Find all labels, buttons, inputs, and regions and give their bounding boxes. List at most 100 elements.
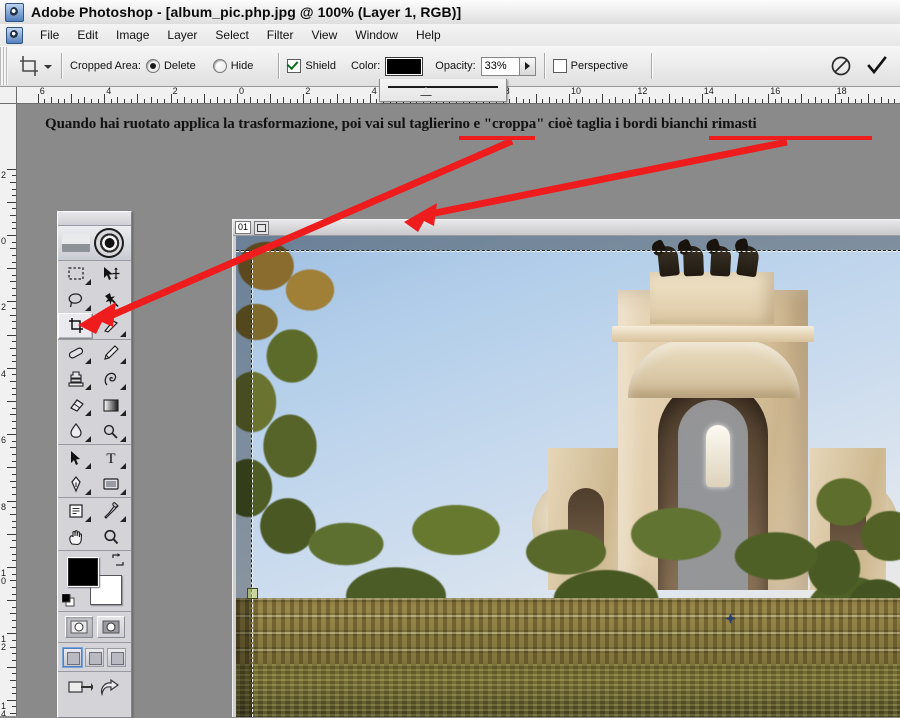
ruler-minor-tick xyxy=(10,315,16,316)
image-canvas[interactable] xyxy=(236,236,900,717)
delete-radio-button[interactable] xyxy=(146,59,160,73)
ruler-origin-corner[interactable] xyxy=(0,87,17,104)
ruler-tick xyxy=(536,94,537,103)
hide-radio-button[interactable] xyxy=(213,59,227,73)
tool-more-triangle-icon[interactable] xyxy=(120,358,126,364)
swap-arrow-icon[interactable] xyxy=(111,553,125,567)
crop-handle[interactable] xyxy=(247,588,258,599)
ruler-minor-tick xyxy=(888,99,889,103)
full-screen-icon[interactable] xyxy=(107,648,126,667)
tool-more-triangle-icon[interactable] xyxy=(85,489,91,495)
cancel-crop-icon[interactable] xyxy=(830,55,852,77)
hand-tool[interactable] xyxy=(58,524,93,550)
pen-tool[interactable] xyxy=(58,471,93,497)
eyedropper-tool[interactable] xyxy=(93,498,128,524)
ruler-minor-tick xyxy=(12,361,16,362)
menu-item-filter[interactable]: Filter xyxy=(258,26,303,45)
ruler-minor-tick xyxy=(12,527,16,528)
opacity-value[interactable]: 33% xyxy=(482,58,519,75)
tool-more-triangle-icon[interactable] xyxy=(120,384,126,390)
tool-more-triangle-icon[interactable] xyxy=(85,305,91,311)
tool-more-triangle-icon[interactable] xyxy=(120,436,126,442)
gradient-tool[interactable] xyxy=(93,392,128,418)
eraser-tool[interactable] xyxy=(58,392,93,418)
menu-item-help[interactable]: Help xyxy=(407,26,450,45)
lasso-tool[interactable] xyxy=(58,287,93,313)
default-colors-icon[interactable] xyxy=(62,594,75,607)
tool-more-triangle-icon[interactable] xyxy=(85,279,91,285)
menu-item-edit[interactable]: Edit xyxy=(68,26,107,45)
tool-more-triangle-icon[interactable] xyxy=(120,410,126,416)
tool-group-retouch xyxy=(58,340,131,445)
slice-tool[interactable] xyxy=(93,313,128,339)
crop-tool-icon[interactable] xyxy=(16,53,42,79)
move-tool[interactable] xyxy=(93,261,128,287)
opacity-slider-thumb[interactable] xyxy=(420,87,432,95)
menu-item-view[interactable]: View xyxy=(302,26,346,45)
menu-item-file[interactable]: File xyxy=(31,26,68,45)
magic-wand-tool[interactable] xyxy=(93,287,128,313)
tool-more-triangle-icon[interactable] xyxy=(85,384,91,390)
notes-tool[interactable] xyxy=(58,498,93,524)
marquee-tool[interactable] xyxy=(58,261,93,287)
tool-more-triangle-icon[interactable] xyxy=(85,410,91,416)
menu-item-select[interactable]: Select xyxy=(206,26,257,45)
history-brush-tool[interactable] xyxy=(93,366,128,392)
menu-item-window[interactable]: Window xyxy=(346,26,407,45)
tool-more-triangle-icon[interactable] xyxy=(85,516,91,522)
opacity-slider-track[interactable] xyxy=(388,86,498,88)
tool-more-triangle-icon[interactable] xyxy=(85,463,91,469)
opacity-chevron-right-icon[interactable] xyxy=(519,58,535,75)
perspective-checkbox[interactable] xyxy=(553,59,567,73)
ruler-tick xyxy=(7,534,16,535)
healing-brush-tool[interactable] xyxy=(58,340,93,366)
vertical-ruler[interactable]: 202468101214 xyxy=(0,87,17,716)
brush-tool[interactable] xyxy=(93,340,128,366)
ruler-minor-tick xyxy=(855,99,856,103)
foreground-color-swatch[interactable] xyxy=(67,557,99,587)
photoshop-document-icon[interactable] xyxy=(6,27,23,44)
opacity-field[interactable]: 33% xyxy=(481,57,536,76)
zoom-tool[interactable] xyxy=(93,524,128,550)
blur-tool[interactable] xyxy=(58,418,93,444)
quick-mask-buttons xyxy=(58,612,131,643)
standard-screen-mode-icon[interactable] xyxy=(63,648,82,667)
dodge-tool[interactable] xyxy=(93,418,128,444)
tool-more-triangle-icon[interactable] xyxy=(85,436,91,442)
tool-preset-chevron-down-icon[interactable] xyxy=(43,54,53,78)
document-title-strip[interactable] xyxy=(233,220,900,236)
commit-crop-checkmark-icon[interactable] xyxy=(866,55,888,77)
crop-tool[interactable] xyxy=(58,313,93,339)
quick-mask-mode-icon[interactable] xyxy=(97,616,125,638)
tool-more-triangle-icon[interactable] xyxy=(120,463,126,469)
toolbox-drag-handle[interactable] xyxy=(58,212,131,226)
jump-to-imageready-icon[interactable] xyxy=(67,678,93,701)
document-window[interactable]: 01 xyxy=(232,219,900,717)
shield-color-swatch[interactable] xyxy=(385,57,423,76)
tool-more-triangle-icon[interactable] xyxy=(120,516,126,522)
perspective-checkbox-group[interactable]: Perspective xyxy=(553,59,633,73)
ruler-minor-tick xyxy=(12,328,16,329)
full-screen-menubar-icon[interactable] xyxy=(85,648,104,667)
menu-item-image[interactable]: Image xyxy=(107,26,158,45)
menu-item-layer[interactable]: Layer xyxy=(158,26,206,45)
ruler-tick xyxy=(7,301,16,302)
standard-mode-icon[interactable] xyxy=(65,616,93,638)
type-tool[interactable]: T xyxy=(93,445,128,471)
jump-to-icon[interactable] xyxy=(99,678,123,701)
shield-checkbox-group[interactable]: Shield xyxy=(287,59,341,73)
options-bar-grip[interactable] xyxy=(0,47,8,85)
path-selection-tool[interactable] xyxy=(58,445,93,471)
opacity-slider-popup[interactable] xyxy=(379,79,507,102)
clone-stamp-tool[interactable] xyxy=(58,366,93,392)
tool-more-triangle-icon[interactable] xyxy=(120,331,126,337)
shield-checkbox[interactable] xyxy=(287,59,301,73)
cropped-area-hide-radio[interactable]: Hide xyxy=(213,59,259,73)
tool-more-triangle-icon[interactable] xyxy=(120,489,126,495)
tool-more-triangle-icon[interactable] xyxy=(85,358,91,364)
ruler-minor-tick xyxy=(78,99,79,103)
shape-tool[interactable] xyxy=(93,471,128,497)
toolbox-palette[interactable]: T xyxy=(57,211,132,718)
cropped-area-delete-radio[interactable]: Delete xyxy=(146,59,201,73)
ruler-minor-tick xyxy=(357,99,358,103)
